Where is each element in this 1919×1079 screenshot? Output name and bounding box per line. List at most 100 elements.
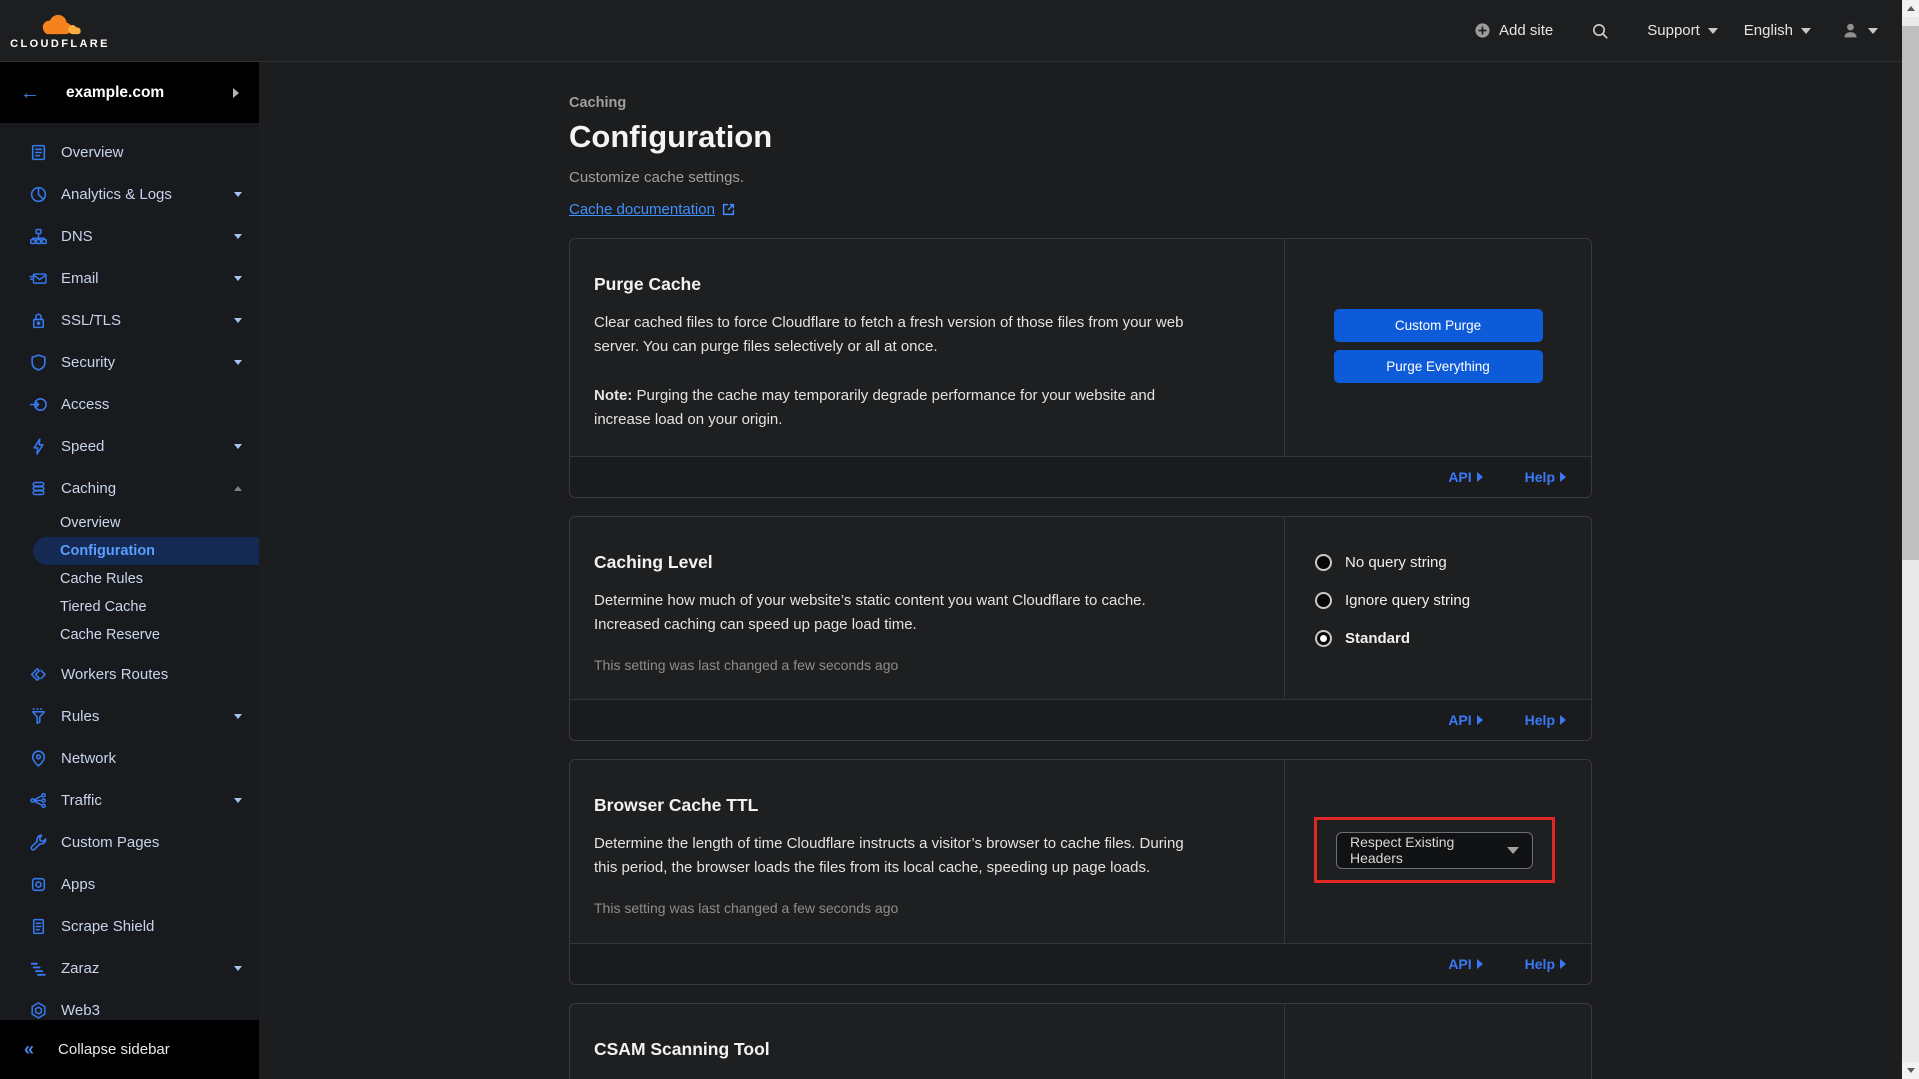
pie-chart-icon (29, 185, 48, 204)
account-menu[interactable] (1841, 21, 1878, 40)
sidebar-item-label: Overview (61, 144, 124, 161)
csam-scanning-tool-card: CSAM Scanning Tool The Child Sexual Abus… (569, 1003, 1592, 1079)
sidebar-item-caching[interactable]: Caching (0, 467, 259, 509)
radio-label: No query string (1345, 554, 1447, 571)
sidebar-item-network[interactable]: Network (0, 737, 259, 779)
top-bar: CLOUDFLARE Add site Support English (0, 0, 1902, 62)
chevron-down-icon (234, 234, 242, 239)
cloudflare-logo[interactable]: CLOUDFLARE (15, 12, 105, 50)
sidebar-item-label: Caching (61, 480, 116, 497)
help-link[interactable]: Help (1525, 469, 1566, 485)
sidebar-item-overview[interactable]: Overview (0, 131, 259, 173)
browser-cache-ttl-card: Browser Cache TTL Determine the length o… (569, 759, 1592, 985)
card-title: Browser Cache TTL (594, 795, 1260, 816)
help-link[interactable]: Help (1525, 956, 1566, 972)
api-link[interactable]: API (1448, 469, 1482, 485)
sidebar-item-label: Zaraz (61, 960, 99, 977)
sidebar-item-zaraz[interactable]: Zaraz (0, 947, 259, 989)
caching-level-card: Caching Level Determine how much of your… (569, 516, 1592, 741)
collapse-sidebar-button[interactable]: « Collapse sidebar (0, 1020, 259, 1079)
share-nodes-icon (29, 791, 48, 810)
sidebar-item-apps[interactable]: Apps (0, 863, 259, 905)
radio-button[interactable] (1315, 592, 1332, 609)
help-link[interactable]: Help (1525, 712, 1566, 728)
sidebar-item-access[interactable]: Access (0, 383, 259, 425)
language-label: English (1744, 22, 1793, 39)
sidebar-item-traffic[interactable]: Traffic (0, 779, 259, 821)
sidebar-item-scrape-shield[interactable]: Scrape Shield (0, 905, 259, 947)
sitemap-icon (29, 227, 48, 246)
purge-everything-button[interactable]: Purge Everything (1334, 350, 1543, 383)
user-icon (1841, 21, 1860, 40)
card-title: Caching Level (594, 552, 1260, 573)
sidebar-item-label: Security (61, 354, 115, 371)
cache-documentation-link[interactable]: Cache documentation (569, 201, 715, 218)
breadcrumb: Caching (569, 95, 1592, 111)
dropdown-selected-value: Respect Existing Headers (1350, 834, 1507, 866)
sidebar-item-label: SSL/TLS (61, 312, 121, 329)
sidebar-subitem-label: Tiered Cache (60, 599, 147, 615)
sidebar: ← example.com Overview Analytics & Logs … (0, 62, 259, 1079)
site-name: example.com (66, 84, 233, 102)
triangle-right-icon (1477, 715, 1483, 725)
arrow-up-icon (1907, 6, 1915, 11)
document-icon (29, 917, 48, 936)
back-arrow-icon[interactable]: ← (20, 83, 40, 103)
scroll-up-button[interactable] (1902, 0, 1919, 17)
triangle-right-icon (1477, 472, 1483, 482)
top-nav: Add site Support English (1474, 21, 1878, 40)
triangle-right-icon (1560, 472, 1566, 482)
radio-option-ignore-query-string[interactable]: Ignore query string (1315, 592, 1591, 609)
card-footer: API Help (570, 456, 1591, 497)
radio-option-standard[interactable]: Standard (1315, 630, 1591, 647)
sidebar-item-security[interactable]: Security (0, 341, 259, 383)
sidebar-item-analytics-logs[interactable]: Analytics & Logs (0, 173, 259, 215)
triangle-right-icon (1560, 715, 1566, 725)
radio-button[interactable] (1315, 554, 1332, 571)
sidebar-subitem-overview[interactable]: Overview (0, 509, 259, 537)
api-link[interactable]: API (1448, 956, 1482, 972)
chevron-down-icon (234, 192, 242, 197)
sidebar-item-rules[interactable]: Rules (0, 695, 259, 737)
language-menu[interactable]: English (1744, 22, 1811, 39)
chevron-down-icon (234, 360, 242, 365)
caching-submenu: Overview Configuration Cache Rules Tiere… (0, 509, 259, 653)
chevron-right-icon[interactable] (233, 88, 239, 98)
chevron-down-icon (1801, 28, 1811, 34)
radio-button-selected[interactable] (1315, 630, 1332, 647)
sidebar-subitem-cache-reserve[interactable]: Cache Reserve (0, 621, 259, 649)
login-circle-icon (29, 395, 48, 414)
app-square-icon (29, 875, 48, 894)
sidebar-subitem-tiered-cache[interactable]: Tiered Cache (0, 593, 259, 621)
sidebar-item-label: Traffic (61, 792, 102, 809)
sidebar-item-custom-pages[interactable]: Custom Pages (0, 821, 259, 863)
cloudflare-cloud-icon (37, 12, 83, 37)
support-menu[interactable]: Support (1647, 22, 1718, 39)
radio-option-no-query-string[interactable]: No query string (1315, 554, 1591, 571)
scrollbar-thumb[interactable] (1902, 26, 1919, 560)
scroll-down-button[interactable] (1902, 1062, 1919, 1079)
add-site-button[interactable]: Add site (1474, 22, 1553, 39)
api-link[interactable]: API (1448, 712, 1482, 728)
note-label: Note: (594, 387, 632, 404)
annotation-highlight-box: Respect Existing Headers (1314, 817, 1555, 883)
chevron-down-icon (234, 966, 242, 971)
sidebar-item-speed[interactable]: Speed (0, 425, 259, 467)
chevron-down-icon (234, 714, 242, 719)
sidebar-item-workers-routes[interactable]: Workers Routes (0, 653, 259, 695)
sidebar-menu: Overview Analytics & Logs DNS Email (0, 123, 259, 1031)
sidebar-subitem-cache-rules[interactable]: Cache Rules (0, 565, 259, 593)
browser-cache-ttl-dropdown[interactable]: Respect Existing Headers (1336, 832, 1533, 869)
radio-label: Standard (1345, 630, 1410, 647)
sidebar-subitem-configuration[interactable]: Configuration (33, 537, 259, 565)
custom-purge-button[interactable]: Custom Purge (1334, 309, 1543, 342)
sidebar-item-label: Scrape Shield (61, 918, 154, 935)
vertical-scrollbar[interactable] (1902, 0, 1919, 1079)
chevron-down-icon (234, 276, 242, 281)
search-button[interactable] (1591, 22, 1609, 40)
sidebar-item-dns[interactable]: DNS (0, 215, 259, 257)
site-selector[interactable]: ← example.com (0, 62, 259, 123)
sidebar-item-ssl-tls[interactable]: SSL/TLS (0, 299, 259, 341)
envelope-icon (29, 269, 48, 288)
sidebar-item-email[interactable]: Email (0, 257, 259, 299)
